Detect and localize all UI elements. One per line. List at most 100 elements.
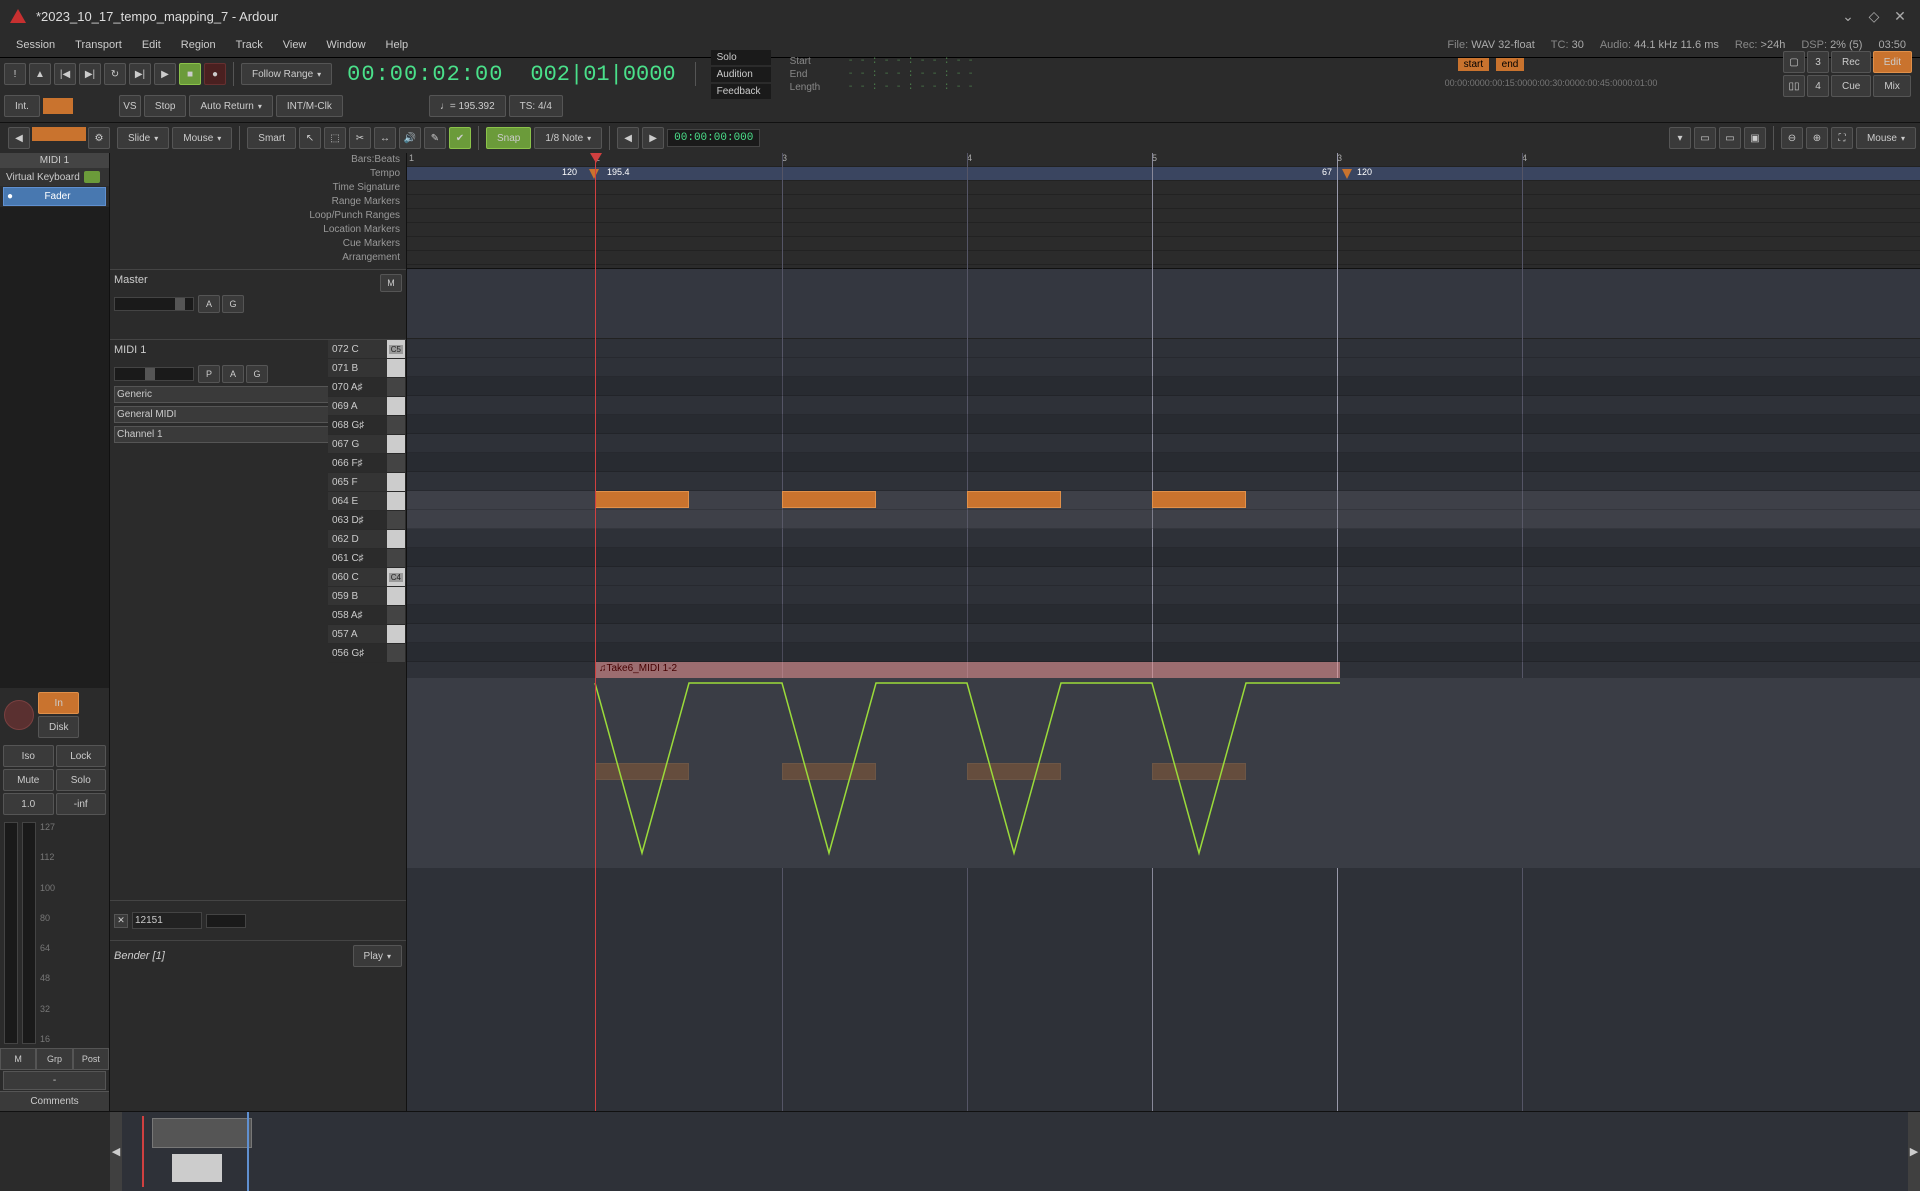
mini-timeline[interactable]: start end 00:00:00 00:00:15:00 00:00:30:… — [985, 58, 1743, 90]
smart-mode-button[interactable]: Smart — [247, 127, 296, 149]
feedback-alert[interactable]: Feedback — [711, 84, 771, 99]
nudge-right-button[interactable]: ▶ — [642, 127, 664, 149]
play-button[interactable]: ▶ — [154, 63, 176, 85]
tempo-flag-icon[interactable] — [1342, 169, 1352, 179]
midi-panic-button[interactable]: ! — [4, 63, 26, 85]
zoom-out-button[interactable]: ⊖ — [1781, 127, 1803, 149]
int-mclk-button[interactable]: INT/M-Clk — [276, 95, 343, 117]
timeline-canvas[interactable]: 1 2 3 4 5 3 4 120 195.4 67 120 — [407, 153, 1920, 1111]
peak-display[interactable]: -inf — [56, 793, 107, 815]
menu-track[interactable]: Track — [226, 35, 273, 55]
piano-key[interactable]: 058 A♯ — [328, 606, 405, 625]
piano-key[interactable]: 070 A♯ — [328, 378, 405, 397]
ruler-timesig[interactable] — [407, 181, 1920, 195]
master-automation-button[interactable]: A — [198, 295, 220, 313]
transport-stop-mode[interactable]: Stop — [144, 95, 187, 117]
monitor-disk-button[interactable]: Disk — [38, 716, 79, 738]
piano-key[interactable]: 062 D — [328, 530, 405, 549]
zoom-tool-1[interactable]: ▾ — [1669, 127, 1691, 149]
timesig-display[interactable]: TS: 4/4 — [509, 95, 563, 117]
master-group-button[interactable]: G — [222, 295, 244, 313]
comments-button[interactable]: Comments — [0, 1091, 109, 1111]
menu-transport[interactable]: Transport — [65, 35, 132, 55]
piano-key[interactable]: 063 D♯ — [328, 511, 405, 530]
ruler-arrangement[interactable] — [407, 251, 1920, 265]
menu-help[interactable]: Help — [376, 35, 419, 55]
piano-keys[interactable]: 072 CC5071 B070 A♯069 A068 G♯067 G066 F♯… — [328, 340, 405, 663]
monitor-in-button[interactable]: In — [38, 692, 79, 714]
metronome-button[interactable]: ▲ — [29, 63, 51, 85]
ruler-cue[interactable] — [407, 237, 1920, 251]
automation-header[interactable]: ✕ — [110, 900, 406, 940]
master-mute-button[interactable]: M — [380, 274, 402, 292]
object-tool-button[interactable]: ↖ — [299, 127, 321, 149]
track-header-master[interactable]: Master M A G — [110, 269, 406, 339]
midi1-playlist-button[interactable]: P — [198, 365, 220, 383]
ruler-area[interactable]: 1 2 3 4 5 3 4 120 195.4 67 120 — [407, 153, 1920, 269]
ruler-tempo[interactable]: 120 195.4 67 120 — [407, 167, 1920, 181]
edit-point-dropdown[interactable]: Mouse — [172, 127, 232, 149]
loop-button[interactable]: ↻ — [104, 63, 126, 85]
rec-page-button[interactable]: Rec — [1831, 51, 1871, 73]
ruler-label-tempo[interactable]: Tempo — [110, 167, 406, 181]
strip-output-button[interactable]: - — [3, 1071, 106, 1090]
region-header[interactable]: ♫Take6_MIDI 1-2 — [595, 662, 1340, 678]
midi-note[interactable] — [782, 491, 876, 508]
menu-view[interactable]: View — [273, 35, 317, 55]
monitor-knob[interactable] — [4, 700, 34, 730]
ruler-label-arrangement[interactable]: Arrangement — [110, 251, 406, 265]
menu-window[interactable]: Window — [316, 35, 375, 55]
midi-note[interactable] — [967, 491, 1061, 508]
lock-button[interactable]: Lock — [56, 745, 107, 767]
solo-alert[interactable]: Solo — [711, 50, 771, 65]
grid-dropdown[interactable]: 1/8 Note — [534, 127, 602, 149]
summary-region-2[interactable] — [172, 1154, 222, 1182]
menu-region[interactable]: Region — [171, 35, 226, 55]
piano-key[interactable]: 066 F♯ — [328, 454, 405, 473]
track-color-swatch[interactable] — [43, 98, 73, 114]
zoom-tool-2[interactable]: ▭ — [1694, 127, 1716, 149]
ruler-barsbeats[interactable]: 1 2 3 4 5 3 4 — [407, 153, 1920, 167]
goto-end-button[interactable]: ▶| — [79, 63, 101, 85]
audition-alert[interactable]: Audition — [711, 67, 771, 82]
layout-button[interactable]: ▢ — [1783, 51, 1805, 73]
hide-strip-button[interactable]: ◀ — [8, 127, 30, 149]
edit-tool-button[interactable]: ✔ — [449, 127, 471, 149]
ruler-looppunch[interactable] — [407, 209, 1920, 223]
piano-key[interactable]: 068 G♯ — [328, 416, 405, 435]
virtual-keyboard-row[interactable]: Virtual Keyboard — [0, 168, 109, 186]
piano-key[interactable]: 057 A — [328, 625, 405, 644]
range-marker-end[interactable]: end — [1496, 58, 1525, 71]
piano-key[interactable]: 059 B — [328, 587, 405, 606]
strip-settings-icon[interactable]: ⚙ — [88, 127, 110, 149]
piano-key[interactable]: 072 CC5 — [328, 340, 405, 359]
edit-mode-dropdown[interactable]: Slide — [117, 127, 169, 149]
audition-tool-button[interactable]: 🔊 — [399, 127, 421, 149]
ruler-label-rangemarkers[interactable]: Range Markers — [110, 195, 406, 209]
strip-track-name[interactable]: MIDI 1 — [0, 153, 109, 168]
gain-display[interactable]: 1.0 — [3, 793, 54, 815]
close-icon[interactable]: ✕ — [1890, 6, 1910, 26]
stop-button[interactable]: ■ — [179, 63, 201, 85]
summary-view[interactable]: ◀ ▶ — [0, 1111, 1920, 1191]
ruler-label-cue[interactable]: Cue Markers — [110, 237, 406, 251]
layout-3-button[interactable]: 3 — [1807, 51, 1829, 73]
piano-key[interactable]: 067 G — [328, 435, 405, 454]
piano-key[interactable]: 065 F — [328, 473, 405, 492]
menu-edit[interactable]: Edit — [132, 35, 171, 55]
strip-post-button[interactable]: Post — [73, 1048, 109, 1070]
automation-curve[interactable] — [407, 678, 1920, 868]
tempo-flag-icon[interactable] — [589, 169, 599, 179]
automation-mode-dropdown[interactable]: Play — [353, 945, 402, 967]
playhead[interactable] — [595, 153, 596, 1111]
midi-note[interactable] — [1152, 491, 1246, 508]
piano-key[interactable]: 071 B — [328, 359, 405, 378]
strip-grp-button[interactable]: Grp — [36, 1048, 72, 1070]
fader-slider[interactable] — [4, 822, 18, 1044]
ruler-label-looppunch[interactable]: Loop/Punch Ranges — [110, 209, 406, 223]
automation-lane[interactable] — [407, 678, 1920, 868]
automation-value-input[interactable] — [132, 912, 202, 929]
solo-button[interactable]: Solo — [56, 769, 107, 791]
maximize-icon[interactable]: ◇ — [1864, 6, 1884, 26]
primary-clock[interactable]: 00:00:02:00 — [335, 62, 515, 87]
